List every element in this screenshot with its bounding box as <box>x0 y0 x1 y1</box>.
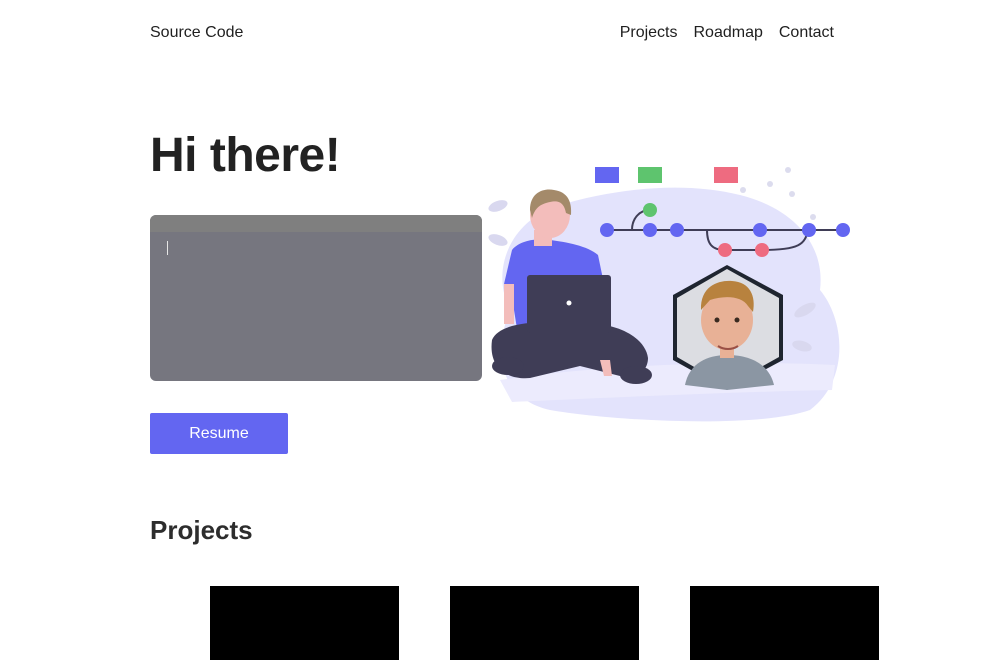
hero-title: Hi there! <box>150 129 341 182</box>
resume-button[interactable]: Resume <box>150 413 288 454</box>
project-card[interactable] <box>210 586 399 660</box>
site-logo-link[interactable]: Source Code <box>150 24 243 42</box>
tag-pink <box>714 167 738 183</box>
nav-link-contact[interactable]: Contact <box>779 24 834 42</box>
projects-section-title: Projects <box>150 515 253 545</box>
terminal-cursor <box>167 241 168 255</box>
project-card[interactable] <box>690 586 879 660</box>
hero-illustration <box>488 167 850 422</box>
nav-link-roadmap[interactable]: Roadmap <box>693 24 762 42</box>
project-card[interactable] <box>450 586 639 660</box>
terminal-title-bar <box>150 215 482 232</box>
nav-link-projects[interactable]: Projects <box>620 24 678 42</box>
tag-green <box>638 167 662 183</box>
main-nav: Projects Roadmap Contact <box>620 24 834 42</box>
terminal-window[interactable] <box>150 215 482 381</box>
tag-blue <box>595 167 619 183</box>
